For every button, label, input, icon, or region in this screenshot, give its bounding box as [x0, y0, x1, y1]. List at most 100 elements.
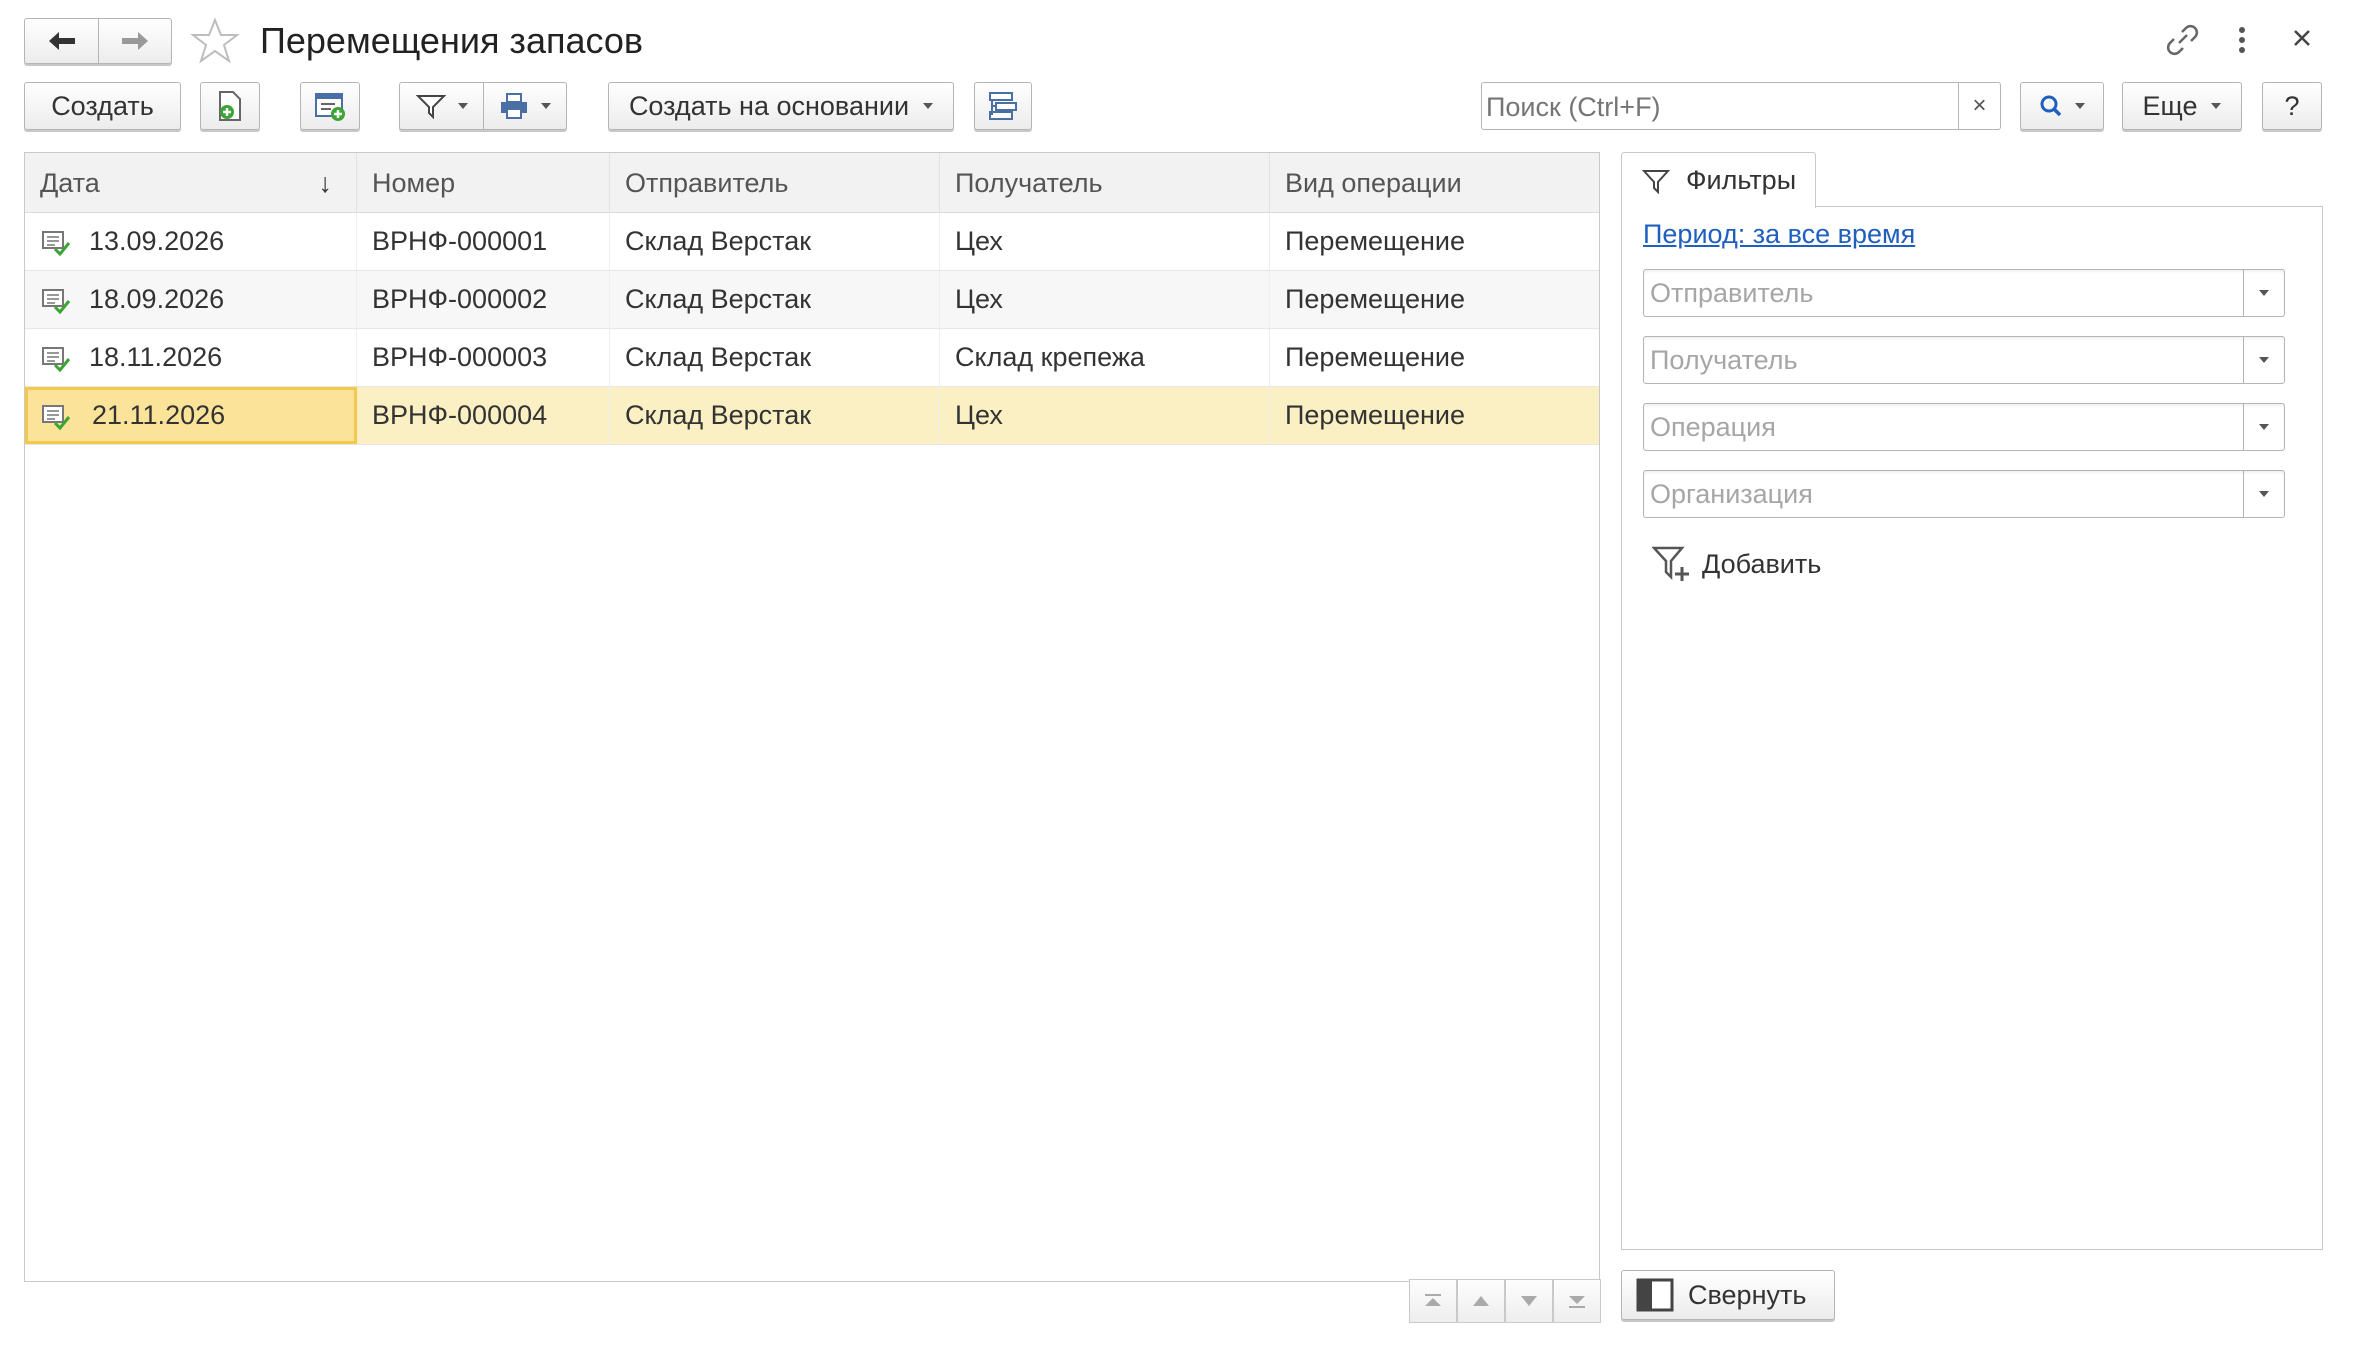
- star-icon[interactable]: [190, 17, 240, 65]
- chevron-down-icon: [2211, 103, 2222, 109]
- operation-dropdown-button[interactable]: [2243, 404, 2284, 450]
- chevron-down-icon: [1521, 1296, 1537, 1306]
- cell-sender: Склад Верстак: [610, 213, 940, 270]
- arrow-right-icon: [122, 32, 148, 50]
- close-icon[interactable]: [2290, 26, 2314, 50]
- scroll-up-button[interactable]: [1457, 1279, 1505, 1323]
- posted-document-icon: [42, 347, 71, 373]
- column-header-number[interactable]: Номер: [357, 153, 610, 213]
- cell-sender: Склад Верстак: [610, 271, 940, 328]
- organization-field[interactable]: Организация: [1643, 470, 2285, 518]
- chevron-down-icon: [2259, 424, 2269, 430]
- sender-field[interactable]: Отправитель: [1643, 269, 2285, 317]
- forward-button[interactable]: [99, 19, 171, 63]
- add-to-list-button[interactable]: [300, 82, 360, 130]
- sort-desc-icon: ↓: [318, 168, 333, 198]
- search-box: ×: [1481, 82, 2001, 130]
- chevron-up-icon: [1473, 1296, 1489, 1306]
- help-button[interactable]: ?: [2262, 82, 2322, 130]
- column-header-operation[interactable]: Вид операции: [1270, 153, 1599, 213]
- cell-number: ВРНФ-000003: [357, 329, 610, 386]
- filter-icon: [415, 95, 446, 119]
- chevron-down-icon: [923, 103, 934, 109]
- filter-add-icon: [1652, 546, 1689, 581]
- chevron-down-icon: [541, 103, 551, 109]
- first-page-icon: [1425, 1294, 1441, 1306]
- table-row[interactable]: 18.09.2026 ВРНФ-000002 Склад Верстак Цех…: [25, 271, 1599, 329]
- table-header: Дата ↓ Номер Отправитель Получатель Вид …: [25, 153, 1599, 213]
- document-add-icon: [219, 91, 241, 121]
- cell-receiver: Цех: [940, 213, 1270, 270]
- last-page-icon: [1569, 1296, 1585, 1308]
- table-nav: [1409, 1279, 1601, 1323]
- cell-date: 18.11.2026: [25, 329, 357, 386]
- sender-dropdown-button[interactable]: [2243, 270, 2284, 316]
- filter-icon: [1642, 170, 1670, 194]
- chevron-down-icon: [2075, 103, 2085, 109]
- tab-filters-label: Фильтры: [1686, 165, 1797, 195]
- cell-sender: Склад Верстак: [610, 329, 940, 386]
- operation-field[interactable]: Операция: [1643, 403, 2285, 451]
- search-input[interactable]: [1484, 85, 1943, 129]
- posted-document-icon: [42, 289, 71, 315]
- cell-receiver: Склад крепежа: [940, 329, 1270, 386]
- column-header-receiver[interactable]: Получатель: [940, 153, 1270, 213]
- cell-number: ВРНФ-000001: [357, 213, 610, 270]
- search-options-button[interactable]: [2020, 82, 2104, 130]
- cell-operation: Перемещение: [1285, 284, 1465, 314]
- add-filter-button[interactable]: Добавить: [1652, 541, 1852, 587]
- cell-operation: Перемещение: [1285, 342, 1465, 372]
- cell-number: ВРНФ-000004: [357, 387, 610, 444]
- tab-filters[interactable]: Фильтры: [1621, 152, 1816, 208]
- copy-document-button[interactable]: [200, 82, 260, 130]
- list-add-icon: [315, 93, 345, 121]
- arrow-left-icon: [48, 32, 75, 50]
- cell-date: 21.11.2026: [25, 387, 357, 444]
- back-button[interactable]: [25, 19, 99, 63]
- history-nav: [24, 18, 172, 64]
- cell-date: 13.09.2026: [25, 213, 357, 270]
- scroll-first-button[interactable]: [1409, 1279, 1457, 1323]
- create-based-on-button[interactable]: Создать на основании: [608, 82, 954, 130]
- filters-panel: Период: за все время Отправитель Получат…: [1621, 206, 2323, 1250]
- print-button[interactable]: [484, 83, 566, 129]
- search-clear-button[interactable]: ×: [1958, 83, 2000, 129]
- more-vert-icon[interactable]: [2232, 22, 2252, 58]
- search-icon: [2040, 95, 2062, 117]
- print-icon: [501, 93, 527, 119]
- create-button[interactable]: Создать: [24, 82, 181, 130]
- scroll-last-button[interactable]: [1553, 1279, 1601, 1323]
- filter-button[interactable]: [400, 83, 484, 129]
- filter-print-group: [399, 82, 567, 130]
- chevron-down-icon: [2259, 357, 2269, 363]
- cell-operation: Перемещение: [1285, 400, 1465, 430]
- cell-operation: Перемещение: [1285, 226, 1465, 256]
- receiver-field[interactable]: Получатель: [1643, 336, 2285, 384]
- table-row[interactable]: 13.09.2026 ВРНФ-000001 Склад Верстак Цех…: [25, 213, 1599, 271]
- table-row[interactable]: 18.11.2026 ВРНФ-000003 Склад Верстак Скл…: [25, 329, 1599, 387]
- cell-sender: Склад Верстак: [610, 387, 940, 444]
- organization-dropdown-button[interactable]: [2243, 471, 2284, 517]
- cell-date: 18.09.2026: [25, 271, 357, 328]
- scroll-down-button[interactable]: [1505, 1279, 1553, 1323]
- panel-collapse-icon: [1636, 1278, 1674, 1312]
- hierarchy-icon: [989, 92, 1017, 120]
- table-row-selected[interactable]: 21.11.2026 ВРНФ-000004 Склад Верстак Цех…: [25, 387, 1599, 445]
- link-icon[interactable]: [2162, 22, 2202, 58]
- posted-document-icon: [42, 231, 71, 257]
- posted-document-icon: [42, 405, 71, 431]
- collapse-button[interactable]: Свернуть: [1621, 1270, 1835, 1320]
- chevron-down-icon: [2259, 290, 2269, 296]
- page-title: Перемещения запасов: [260, 20, 644, 61]
- documents-table: Дата ↓ Номер Отправитель Получатель Вид …: [24, 152, 1601, 1323]
- receiver-dropdown-button[interactable]: [2243, 337, 2284, 383]
- more-button[interactable]: Еще: [2122, 82, 2242, 130]
- column-header-sender[interactable]: Отправитель: [610, 153, 940, 213]
- cell-receiver: Цех: [940, 387, 1270, 444]
- structure-button[interactable]: [974, 82, 1032, 130]
- cell-number: ВРНФ-000002: [357, 271, 610, 328]
- chevron-down-icon: [457, 103, 468, 109]
- column-header-date[interactable]: Дата ↓: [25, 153, 357, 213]
- cell-receiver: Цех: [940, 271, 1270, 328]
- period-link[interactable]: Период: за все время: [1643, 219, 1915, 250]
